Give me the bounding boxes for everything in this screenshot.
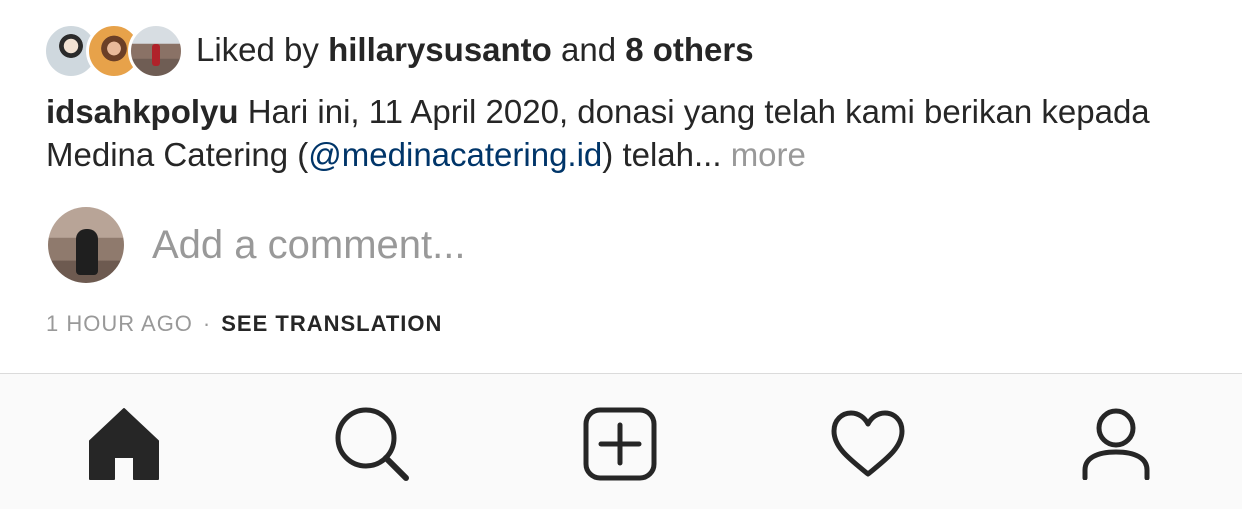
home-icon — [89, 408, 159, 480]
likes-prefix: Liked by — [196, 31, 329, 68]
liker-avatar[interactable] — [128, 23, 184, 79]
post-timestamp: 1 HOUR AGO — [46, 311, 193, 336]
liker-username[interactable]: hillarysusanto — [328, 31, 552, 68]
meta-separator: · — [202, 311, 212, 336]
comment-row — [48, 205, 1054, 285]
heart-icon — [831, 410, 905, 477]
comment-input[interactable] — [150, 221, 1054, 269]
likes-connector: and — [551, 31, 626, 68]
likes-row: Liked by hillarysusanto and 8 others — [43, 22, 754, 79]
post-meta: 1 HOUR AGO · SEE TRANSLATION — [46, 311, 442, 337]
new-post-icon — [583, 407, 657, 481]
post-caption: idsahkpolyu Hari ini, 11 April 2020, don… — [46, 90, 1206, 176]
search-icon — [335, 407, 409, 481]
bottom-tab-bar — [0, 373, 1242, 509]
profile-icon — [1082, 408, 1150, 480]
caption-text-continued: ) telah... — [602, 136, 731, 173]
tab-profile[interactable] — [1076, 404, 1156, 484]
likes-others-count[interactable]: 8 others — [625, 31, 753, 68]
more-button[interactable]: more — [731, 136, 806, 173]
caption-username[interactable]: idsahkpolyu — [46, 93, 239, 130]
caption-mention[interactable]: @medinacatering.id — [308, 136, 602, 173]
avatar — [48, 207, 124, 283]
likes-summary[interactable]: Liked by hillarysusanto and 8 others — [196, 31, 754, 69]
liker-avatars[interactable] — [43, 22, 184, 79]
tab-home[interactable] — [84, 404, 164, 484]
tab-activity[interactable] — [828, 404, 908, 484]
tab-search[interactable] — [332, 404, 412, 484]
tab-new-post[interactable] — [580, 404, 660, 484]
see-translation-button[interactable]: SEE TRANSLATION — [221, 311, 442, 337]
